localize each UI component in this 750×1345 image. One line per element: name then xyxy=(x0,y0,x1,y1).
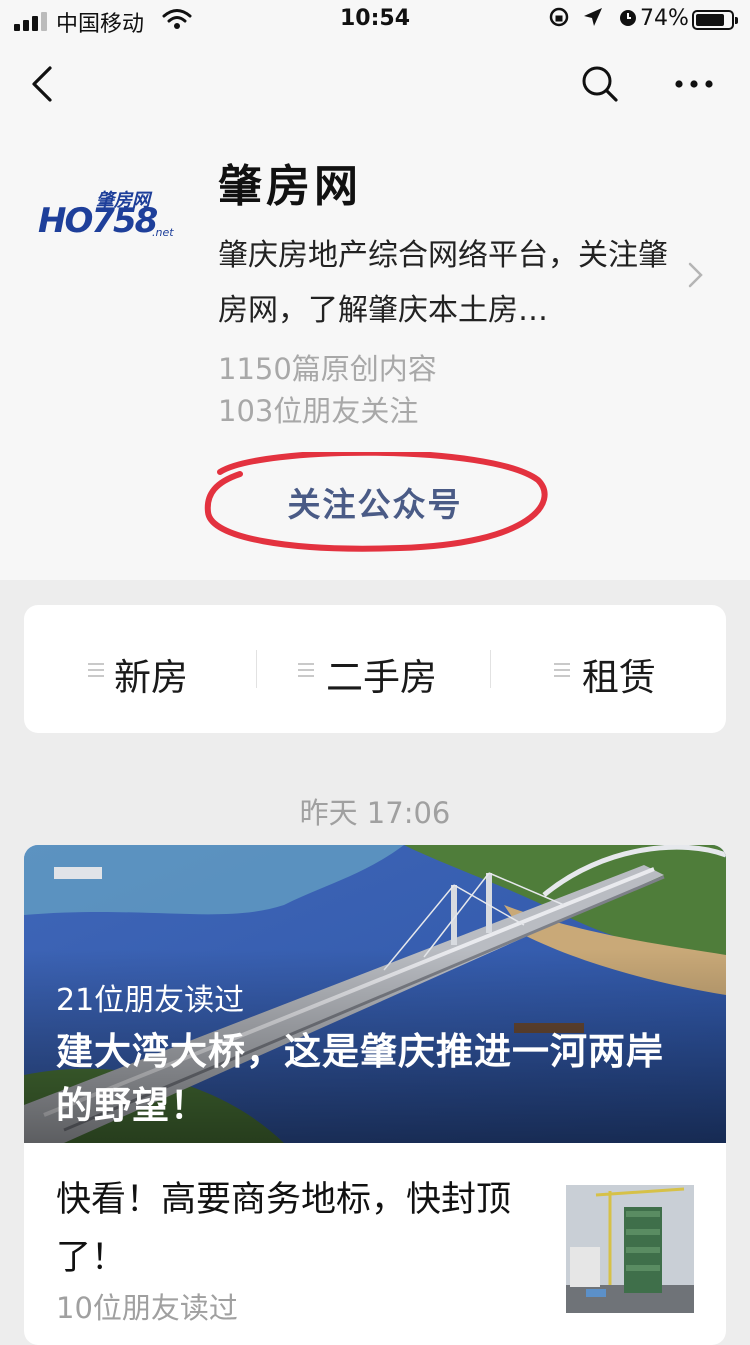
friends-following: 103位朋友关注 xyxy=(218,394,419,428)
chevron-right-icon[interactable] xyxy=(684,260,708,290)
original-count: 1150篇原创内容 xyxy=(218,352,437,386)
status-icons xyxy=(548,6,639,30)
article-title: 建大湾大桥，这是肇庆推进一河两岸的野望！ xyxy=(56,1030,664,1127)
feed-date: 昨天 17:06 xyxy=(299,796,451,830)
menu-divider xyxy=(256,650,257,688)
article-thumbnail xyxy=(566,1185,694,1313)
follow-account-button[interactable]: 关注公众号 xyxy=(200,452,550,552)
battery-percent: 74% xyxy=(640,6,689,31)
svg-text:.net: .net xyxy=(152,226,174,239)
menu-item-rental[interactable]: 租赁 xyxy=(492,605,726,733)
menu-icon xyxy=(88,663,104,677)
article-read-count: 10位朋友读过 xyxy=(56,1291,238,1325)
chevron-left-icon xyxy=(32,66,52,102)
menu-item-label: 二手房 xyxy=(326,656,437,699)
battery-icon xyxy=(692,10,738,30)
account-name: 肇房网 xyxy=(218,161,362,212)
back-button[interactable] xyxy=(26,62,66,106)
article-item[interactable]: 快看！高要商务地标，快封顶了！ 10位朋友读过 xyxy=(24,1143,726,1345)
rotation-lock-icon xyxy=(549,7,569,27)
search-button[interactable] xyxy=(578,62,622,106)
menu-item-second-hand[interactable]: 二手房 xyxy=(258,605,492,733)
menu-bar: 新房 二手房 租赁 xyxy=(24,605,726,733)
menu-divider xyxy=(490,650,491,688)
more-icon xyxy=(675,80,713,88)
menu-item-label: 租赁 xyxy=(582,656,656,699)
menu-icon xyxy=(298,663,314,677)
article-title: 快看！高要商务地标，快封顶了！ xyxy=(56,1180,512,1278)
search-icon xyxy=(582,66,618,102)
more-button[interactable] xyxy=(672,62,716,106)
account-logo: 肇房网 HO758 .net xyxy=(38,190,174,241)
account-description[interactable]: 肇庆房地产综合网络平台，关注肇房网，了解肇庆本土房… xyxy=(218,228,688,338)
account-stats: 1150篇原创内容 103位朋友关注 xyxy=(218,348,437,432)
article-hero[interactable]: 21位朋友读过 建大湾大桥，这是肇庆推进一河两岸的野望！ xyxy=(24,845,726,1143)
svg-text:HO758: HO758 xyxy=(38,201,158,241)
menu-item-label: 新房 xyxy=(114,656,188,699)
location-icon xyxy=(584,8,603,26)
article-read-count: 21位朋友读过 xyxy=(56,983,245,1018)
follow-label: 关注公众号 xyxy=(287,485,463,524)
status-bar: 中国移动 10:54 74% xyxy=(0,0,750,40)
menu-icon xyxy=(554,663,570,677)
article-card: 21位朋友读过 建大湾大桥，这是肇庆推进一河两岸的野望！ 快看！高要商务地标，快… xyxy=(24,845,726,1345)
menu-item-new-house[interactable]: 新房 xyxy=(24,605,258,733)
alarm-icon xyxy=(619,10,636,26)
